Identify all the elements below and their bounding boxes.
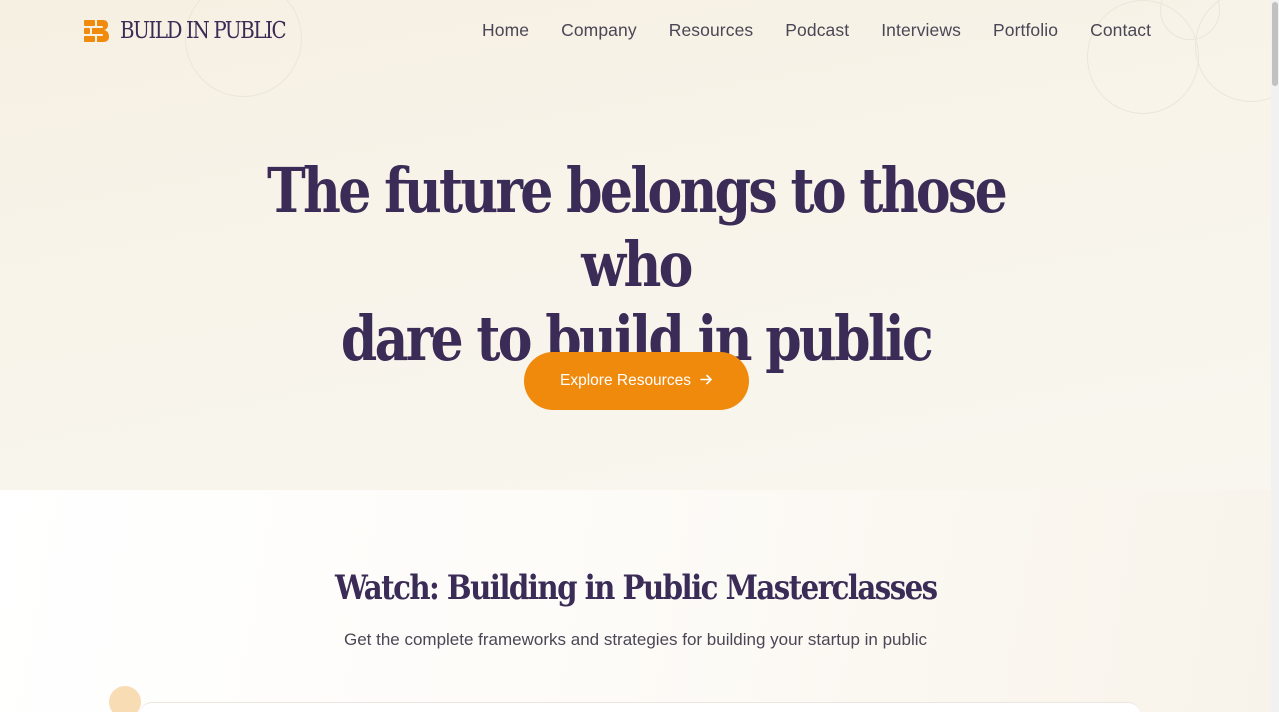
masterclasses-section: Watch: Building in Public Masterclasses … [0, 490, 1271, 712]
explore-resources-label: Explore Resources [560, 372, 691, 389]
brand-logo[interactable]: BUILD IN PUBLIC [84, 18, 312, 44]
nav-item-portfolio[interactable]: Portfolio [993, 20, 1058, 41]
video-card [140, 702, 1140, 712]
page: BUILD IN PUBLIC Home Company Resources P… [0, 0, 1279, 712]
hero-headline: The future belongs to those who dare to … [0, 154, 1271, 376]
nav-item-interviews[interactable]: Interviews [881, 20, 961, 41]
nav-item-podcast[interactable]: Podcast [785, 20, 849, 41]
build-in-public-logo-icon [84, 18, 110, 44]
page-scrollbar[interactable] [1271, 0, 1279, 712]
decorative-dot [109, 686, 141, 712]
nav-item-company[interactable]: Company [561, 20, 637, 41]
section-title: Watch: Building in Public Masterclasses [0, 568, 1271, 608]
nav-item-contact[interactable]: Contact [1090, 20, 1151, 41]
nav-links: Home Company Resources Podcast Interview… [482, 20, 1183, 41]
nav-item-resources[interactable]: Resources [669, 20, 754, 41]
top-navigation: BUILD IN PUBLIC Home Company Resources P… [0, 0, 1271, 64]
masterclasses-title: Watch: Building in Public Masterclasses [334, 568, 938, 608]
arrow-right-icon [700, 373, 713, 390]
hero-headline-line-1: The future belongs to those who [266, 154, 1007, 301]
hero-section: BUILD IN PUBLIC Home Company Resources P… [0, 0, 1279, 490]
section-subtitle: Get the complete frameworks and strategi… [343, 630, 927, 649]
scrollbar-thumb[interactable] [1272, 2, 1278, 86]
brand-name: BUILD IN PUBLIC [120, 18, 287, 44]
explore-resources-button[interactable]: Explore Resources [524, 352, 749, 410]
nav-item-home[interactable]: Home [482, 20, 529, 41]
